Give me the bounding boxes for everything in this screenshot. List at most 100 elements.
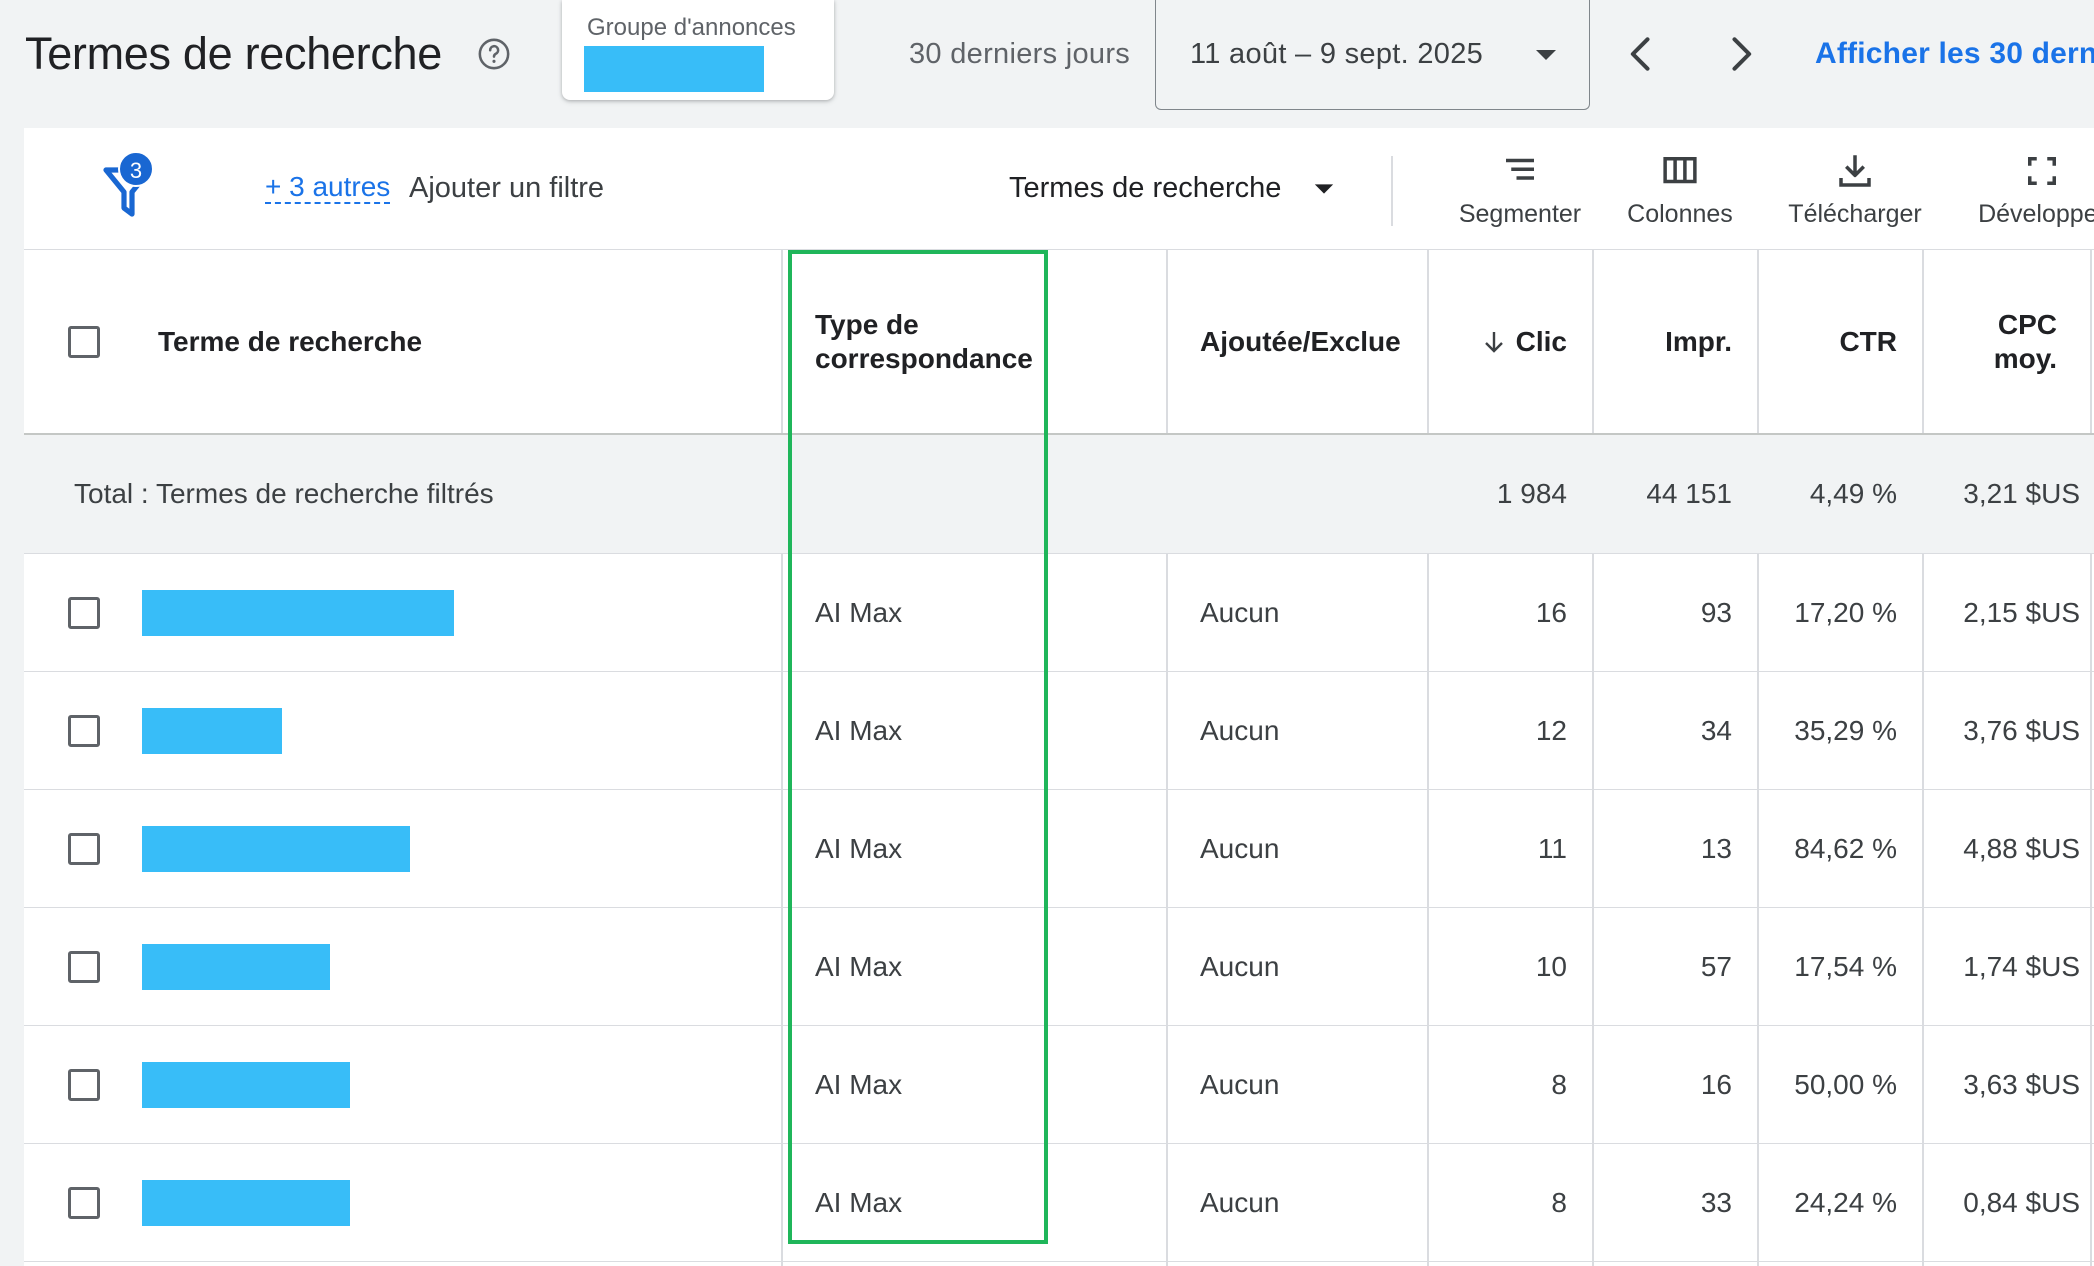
added-excluded-cell: Aucun	[1200, 1068, 1280, 1100]
compare-period-link[interactable]: Afficher les 30 derni	[1815, 37, 2094, 71]
redacted-search-term[interactable]	[142, 1179, 350, 1226]
avg-cpc-cell: 0,84 $US	[1963, 1186, 2080, 1218]
column-header-avg-cpc[interactable]: CPC moy.	[1939, 250, 2057, 433]
columns-button[interactable]: Colonnes	[1600, 150, 1760, 240]
added-excluded-cell: Aucun	[1200, 1186, 1280, 1218]
total-ctr: 4,49 %	[1809, 478, 1897, 509]
total-impressions: 44 151	[1646, 478, 1732, 509]
ctr-cell: 50,00 %	[1794, 1068, 1897, 1100]
row-checkbox[interactable]	[68, 832, 100, 865]
date-range-select[interactable]: 11 août – 9 sept. 2025	[1155, 0, 1590, 110]
chevron-left-icon[interactable]	[1620, 32, 1664, 76]
avg-cpc-header-label: CPC moy.	[1993, 308, 2057, 374]
page-title: Termes de recherche	[25, 28, 442, 79]
match-type-cell: AI Max	[815, 714, 903, 746]
clicks-cell: 10	[1535, 950, 1567, 982]
column-header-ctr[interactable]: CTR	[1779, 250, 1897, 433]
table-row[interactable]: AI Max Aucun 8 33 24,24 % 0,84 $US	[24, 1144, 2094, 1262]
match-type-cell: AI Max	[815, 1186, 903, 1218]
columns-label: Colonnes	[1627, 200, 1733, 228]
column-header-clicks[interactable]: Clic	[1444, 250, 1567, 433]
impressions-cell: 16	[1700, 1068, 1732, 1100]
impressions-cell: 57	[1700, 950, 1732, 982]
expand-button[interactable]: Développer	[1952, 150, 2094, 240]
expand-label: Développer	[1978, 200, 2094, 228]
ctr-cell: 84,62 %	[1794, 832, 1897, 864]
avg-cpc-cell: 3,63 $US	[1963, 1068, 2080, 1100]
column-header-match-type[interactable]: Type de correspondance	[815, 250, 1075, 433]
match-type-cell: AI Max	[815, 950, 903, 982]
row-checkbox[interactable]	[68, 950, 100, 983]
ctr-cell: 17,20 %	[1794, 596, 1897, 628]
ctr-cell: 17,54 %	[1794, 950, 1897, 982]
table-row[interactable]: AI Max Aucun 8 16 50,00 % 3,63 $US	[24, 1026, 2094, 1144]
clicks-cell: 11	[1537, 832, 1567, 864]
page-header: Termes de recherche Groupe d'annonces 30…	[0, 0, 2094, 130]
row-checkbox[interactable]	[68, 596, 100, 629]
match-type-cell: AI Max	[815, 596, 903, 628]
download-label: Télécharger	[1788, 200, 1922, 228]
row-checkbox[interactable]	[68, 714, 100, 747]
fullscreen-icon	[2028, 157, 2056, 185]
impressions-cell: 33	[1700, 1186, 1732, 1218]
table-header-row: Terme de recherche Type de correspondanc…	[24, 250, 2094, 435]
column-header-added-excluded[interactable]: Ajoutée/Exclue	[1200, 250, 1420, 433]
total-avg-cpc: 3,21 $US	[1963, 478, 2080, 509]
clicks-cell: 8	[1551, 1068, 1567, 1100]
clicks-cell: 16	[1535, 596, 1567, 628]
adgroup-label: Groupe d'annonces	[587, 14, 796, 41]
segment-label: Segmenter	[1458, 200, 1582, 228]
segment-button[interactable]: Segmenter	[1430, 150, 1610, 240]
redacted-search-term[interactable]	[142, 589, 454, 636]
caret-down-icon	[1536, 50, 1556, 60]
impressions-cell: 34	[1700, 714, 1732, 746]
redacted-search-term[interactable]	[142, 943, 330, 990]
row-checkbox[interactable]	[68, 1186, 100, 1219]
table-row[interactable]: AI Max Aucun 16 93 17,20 % 2,15 $US	[24, 554, 2094, 672]
column-header-term[interactable]: Terme de recherche	[158, 250, 758, 433]
match-type-header-label: Type de correspondance	[815, 308, 1033, 374]
row-checkbox[interactable]	[68, 1068, 100, 1101]
add-filter-button[interactable]: Ajouter un filtre	[409, 172, 604, 205]
select-all-checkbox[interactable]	[68, 325, 100, 358]
redacted-search-term[interactable]	[142, 825, 410, 872]
impressions-cell: 13	[1700, 832, 1732, 864]
match-type-cell: AI Max	[815, 832, 903, 864]
ctr-cell: 35,29 %	[1794, 714, 1897, 746]
impressions-cell: 93	[1700, 596, 1732, 628]
clicks-header-label: Clic	[1515, 325, 1567, 357]
filter-count-badge: 3	[118, 151, 154, 187]
table-row[interactable]: AI Max Aucun 12 34 35,29 % 3,76 $US	[24, 672, 2094, 790]
avg-cpc-cell: 1,74 $US	[1963, 950, 2080, 982]
redacted-search-term[interactable]	[142, 707, 282, 754]
avg-cpc-cell: 2,15 $US	[1963, 596, 2080, 628]
avg-cpc-cell: 4,88 $US	[1963, 832, 2080, 864]
added-excluded-cell: Aucun	[1200, 714, 1280, 746]
adgroup-selector[interactable]: Groupe d'annonces	[562, 0, 834, 100]
redacted-adgroup-name	[584, 46, 764, 92]
avg-cpc-cell: 3,76 $US	[1963, 714, 2080, 746]
toolbar-divider	[1391, 156, 1393, 226]
added-excluded-cell: Aucun	[1200, 596, 1280, 628]
download-icon	[1839, 155, 1871, 187]
chevron-right-icon[interactable]	[1718, 32, 1762, 76]
clicks-cell: 8	[1551, 1186, 1567, 1218]
search-terms-table: Terme de recherche Type de correspondanc…	[24, 250, 2094, 1266]
table-row[interactable]: AI Max Aucun 11 13 84,62 % 4,88 $US	[24, 790, 2094, 908]
date-range-value: 11 août – 9 sept. 2025	[1190, 38, 1484, 70]
view-select[interactable]: Termes de recherche	[1009, 172, 1281, 205]
help-circle-icon[interactable]	[477, 37, 511, 71]
added-excluded-cell: Aucun	[1200, 950, 1280, 982]
clicks-cell: 12	[1535, 714, 1567, 746]
search-terms-panel: 3 + 3 autres Ajouter un filtre Termes de…	[24, 128, 2094, 1266]
redacted-search-term[interactable]	[142, 1061, 350, 1108]
match-type-cell: AI Max	[815, 1068, 903, 1100]
columns-icon	[1663, 157, 1697, 184]
date-range-preset: 30 derniers jours	[909, 38, 1131, 70]
table-row[interactable]: AI Max Aucun 10 57 17,54 % 1,74 $US	[24, 908, 2094, 1026]
caret-down-icon	[1314, 184, 1334, 194]
more-filters-link[interactable]: + 3 autres	[265, 172, 391, 204]
download-button[interactable]: Télécharger	[1770, 150, 1940, 240]
column-header-impressions[interactable]: Impr.	[1614, 250, 1732, 433]
ctr-cell: 24,24 %	[1794, 1186, 1897, 1218]
